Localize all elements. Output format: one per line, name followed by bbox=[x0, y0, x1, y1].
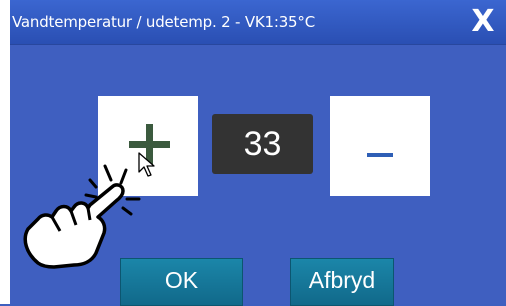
temperature-dialog: Vandtemperatur / udetemp. 2 - VK1:35°C X… bbox=[10, 0, 506, 306]
close-button[interactable]: X bbox=[466, 4, 500, 40]
temperature-value: 33 bbox=[212, 114, 313, 174]
left-edge-strip bbox=[0, 0, 10, 304]
decrement-button[interactable] bbox=[330, 96, 430, 196]
ok-button[interactable]: OK bbox=[120, 258, 243, 306]
dialog-title: Vandtemperatur / udetemp. 2 - VK1:35°C bbox=[12, 13, 315, 31]
increment-button[interactable] bbox=[98, 96, 198, 196]
dialog-titlebar: Vandtemperatur / udetemp. 2 - VK1:35°C X bbox=[10, 0, 506, 45]
cancel-button[interactable]: Afbryd bbox=[290, 258, 394, 306]
